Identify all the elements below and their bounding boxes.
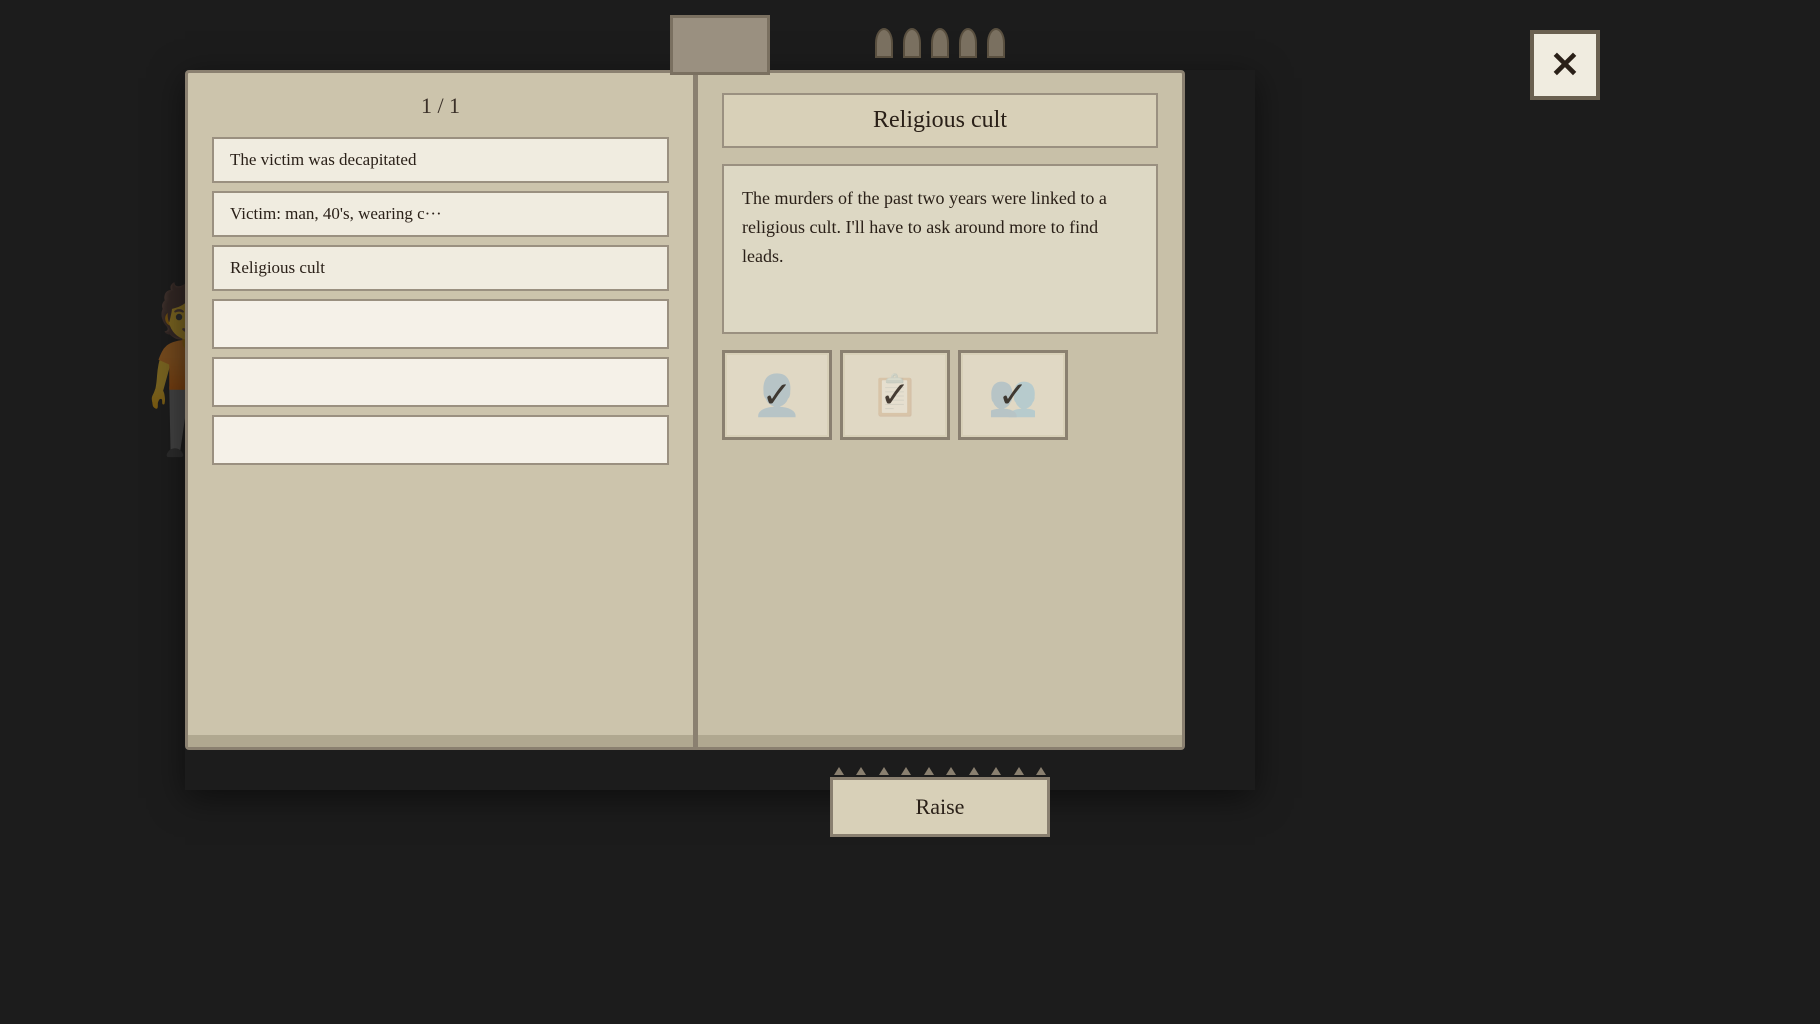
right-page-bottom-decoration <box>698 735 1182 747</box>
tri-icon-6 <box>946 767 956 775</box>
clue-item-2[interactable]: Victim: man, 40's, wearing c··· <box>212 191 669 237</box>
page-counter: 1 / 1 <box>212 93 669 119</box>
clue-item-1[interactable]: The victim was decapitated <box>212 137 669 183</box>
tri-icon-1 <box>834 767 844 775</box>
spiral-binding <box>875 28 1005 58</box>
tri-icon-8 <box>991 767 1001 775</box>
tri-icon-4 <box>901 767 911 775</box>
checkmark-symbol-1: ✓ <box>762 374 792 416</box>
tri-icon-3 <box>879 767 889 775</box>
checkmark-2[interactable]: 📋 ✓ <box>840 350 950 440</box>
tri-icon-10 <box>1036 767 1046 775</box>
page-bottom-decoration <box>188 735 693 747</box>
clue-item-4[interactable] <box>212 299 669 349</box>
right-page-title: Religious cult <box>722 93 1158 148</box>
clue-item-3[interactable]: Religious cult <box>212 245 669 291</box>
checkmark-symbol-3: ✓ <box>998 374 1028 416</box>
checkmark-1[interactable]: 👤 ✓ <box>722 350 832 440</box>
tri-icon-2 <box>856 767 866 775</box>
raise-dots <box>830 767 1050 775</box>
close-button[interactable]: ✕ <box>1530 30 1600 100</box>
right-page-description: The murders of the past two years were l… <box>722 164 1158 334</box>
right-page: Religious cult The murders of the past t… <box>695 70 1185 750</box>
open-book: 1 / 1 The victim was decapitated Victim:… <box>185 70 1255 790</box>
checkmarks-row: 👤 ✓ 📋 ✓ 👥 ✓ <box>722 350 1158 440</box>
tri-icon-7 <box>969 767 979 775</box>
tri-icon-5 <box>924 767 934 775</box>
left-page: 1 / 1 The victim was decapitated Victim:… <box>185 70 695 750</box>
raise-button[interactable]: Raise <box>830 777 1050 837</box>
checkmark-symbol-2: ✓ <box>880 374 910 416</box>
clue-item-5[interactable] <box>212 357 669 407</box>
book-binding-tab <box>670 15 770 75</box>
raise-area: Raise <box>830 767 1050 837</box>
clue-item-6[interactable] <box>212 415 669 465</box>
close-icon: ✕ <box>1550 44 1580 86</box>
tri-icon-9 <box>1014 767 1024 775</box>
checkmark-3[interactable]: 👥 ✓ <box>958 350 1068 440</box>
